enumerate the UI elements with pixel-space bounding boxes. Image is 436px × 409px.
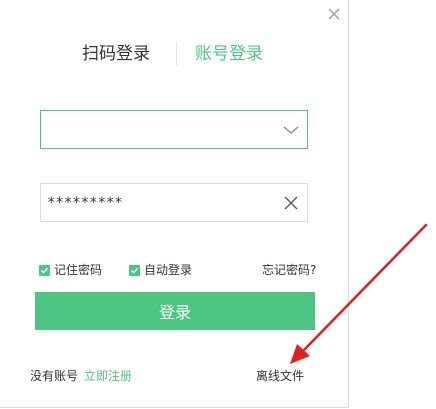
forgot-password-link[interactable]: 忘记密码? xyxy=(262,262,316,278)
remember-password-checkbox[interactable]: 记住密码 xyxy=(39,262,102,278)
close-icon[interactable] xyxy=(324,4,344,24)
auto-login-label: 自动登录 xyxy=(144,263,193,277)
username-input[interactable] xyxy=(41,111,273,148)
password-input[interactable] xyxy=(41,184,273,221)
offline-files-link[interactable]: 离线文件 xyxy=(256,368,304,384)
password-field xyxy=(40,183,308,222)
tab-account-login[interactable]: 账号登录 xyxy=(195,42,263,66)
login-tabs: 扫码登录 账号登录 xyxy=(0,40,348,70)
auto-login-checkbox[interactable]: 自动登录 xyxy=(129,262,192,278)
login-button[interactable]: 登录 xyxy=(35,292,315,330)
remember-password-label: 记住密码 xyxy=(54,263,103,277)
username-field xyxy=(40,110,308,149)
tab-qr-login[interactable]: 扫码登录 xyxy=(82,42,150,66)
register-link[interactable]: 立即注册 xyxy=(84,369,132,383)
no-account-text: 没有账号 xyxy=(30,369,79,383)
register-prompt: 没有账号 立即注册 xyxy=(30,368,132,384)
login-dialog: 扫码登录 账号登录 ********* 记住密码 自动登录 忘记密码? 登录 没… xyxy=(0,0,349,408)
checkbox-checked-icon xyxy=(39,264,50,276)
checkbox-checked-icon xyxy=(129,264,140,276)
login-options: 记住密码 自动登录 忘记密码? xyxy=(0,260,348,280)
tab-divider xyxy=(176,42,177,66)
clear-icon[interactable] xyxy=(281,193,301,213)
chevron-down-icon[interactable] xyxy=(281,120,301,140)
login-page: 扫码登录 账号登录 ********* 记住密码 自动登录 忘记密码? 登录 没… xyxy=(0,0,436,409)
